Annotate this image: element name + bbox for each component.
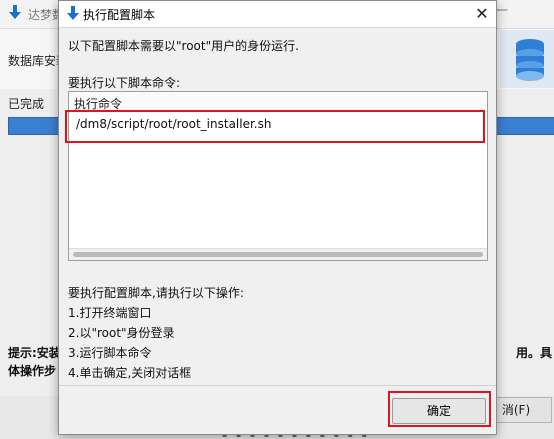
instruction-steps: 要执行配置脚本,请执行以下操作: 1.打开终端窗口 2.以"root"身份登录 … — [68, 283, 244, 383]
dialog-titlebar: 执行配置脚本 ✕ — [59, 1, 496, 28]
step-4: 4.单击确定,关闭对话框 — [68, 366, 192, 380]
close-icon[interactable]: ✕ — [471, 3, 493, 25]
column-header-command: 执行命令 — [74, 97, 123, 111]
dialog-title: 执行配置脚本 — [83, 8, 156, 22]
step-3: 3.运行脚本命令 — [68, 346, 152, 360]
table-header: 执行命令 — [69, 92, 487, 112]
step-2: 2.以"root"身份登录 — [68, 326, 175, 340]
dialog-separator — [59, 385, 496, 386]
command-list-label: 要执行以下脚本命令: — [68, 76, 181, 90]
steps-intro: 要执行配置脚本,请执行以下操作: — [68, 286, 244, 300]
ok-button[interactable]: 确定 — [392, 398, 486, 424]
horizontal-scrollbar[interactable] — [69, 248, 487, 260]
download-arrow-icon — [67, 6, 79, 20]
dialog-description: 以下配置脚本需要以"root"用户的身份运行. — [68, 39, 299, 53]
progress-label: 已完成 — [8, 97, 45, 111]
scrollbar-thumb[interactable] — [73, 252, 483, 257]
step-1: 1.打开终端窗口 — [68, 306, 152, 320]
command-table: 执行命令 /dm8/script/root/root_installer.sh — [68, 91, 488, 261]
hint-line-right: 用。具 — [515, 346, 552, 360]
command-path: /dm8/script/root/root_installer.sh — [76, 117, 272, 131]
execute-script-dialog: 执行配置脚本 ✕ 以下配置脚本需要以"root"用户的身份运行. 要执行以下脚本… — [58, 0, 497, 435]
table-row[interactable]: /dm8/script/root/root_installer.sh — [69, 113, 487, 135]
database-logo-icon — [500, 30, 554, 88]
download-arrow-icon — [9, 5, 21, 19]
